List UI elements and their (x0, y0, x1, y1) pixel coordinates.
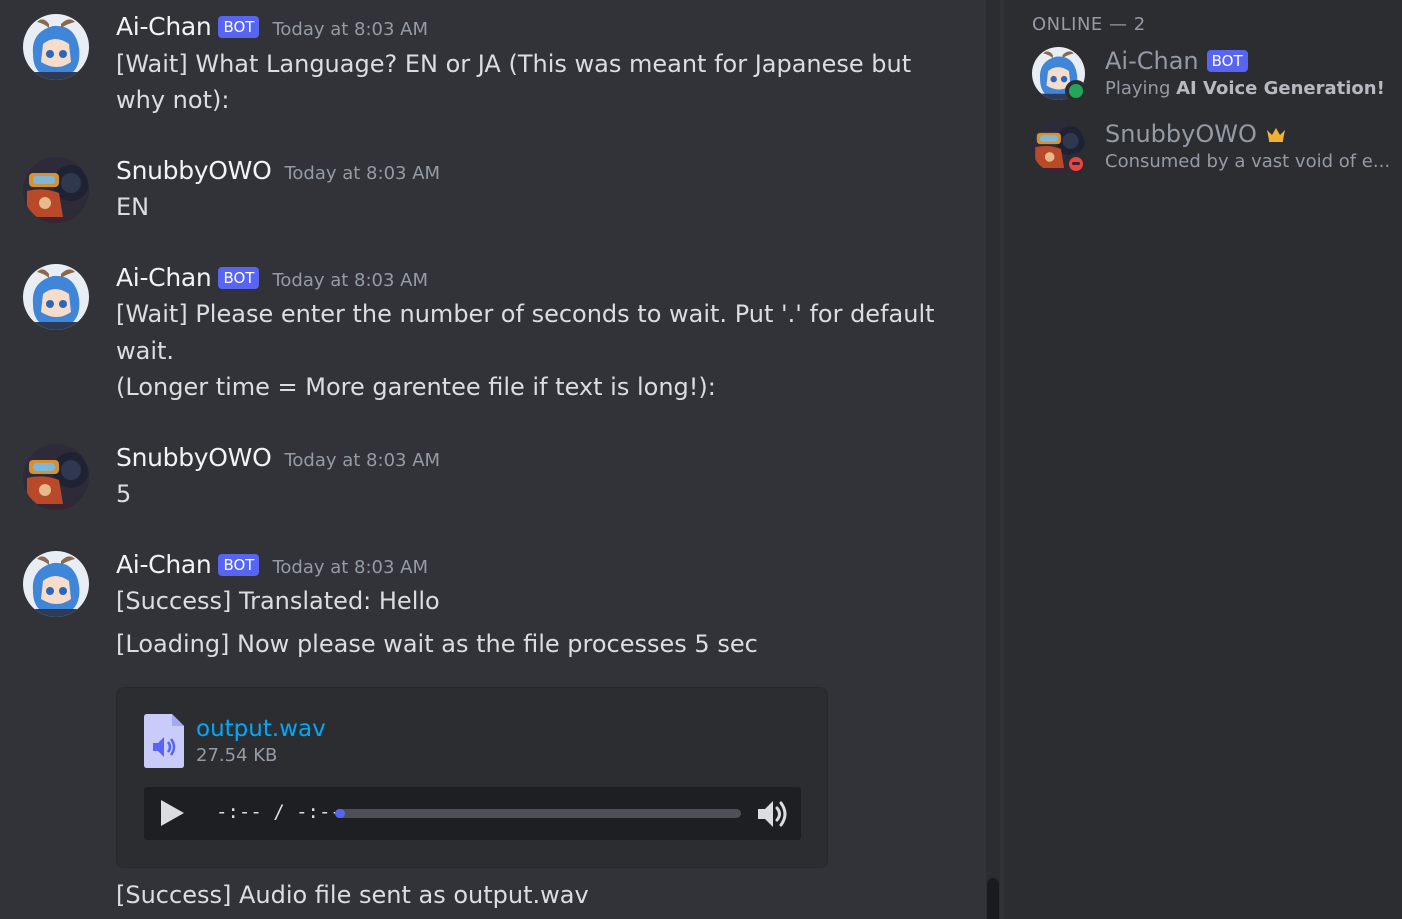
message-header: Ai-Chan BOT Today at 8:03 AM (116, 550, 428, 579)
message-text: 5 (116, 480, 132, 508)
chat-area: Ai-Chan BOT Today at 8:03 AM [Wait] What… (0, 0, 986, 919)
member-custom-status: Consumed by a vast void of e... (1105, 151, 1391, 172)
message-text: why not): (116, 86, 230, 114)
bot-tag: BOT (218, 554, 260, 576)
online-header: ONLINE — 2 (1032, 14, 1146, 35)
timestamp: Today at 8:03 AM (284, 450, 441, 471)
play-icon[interactable] (158, 799, 186, 827)
file-size: 27.54 KB (196, 745, 278, 766)
username[interactable]: Ai-Chan (116, 12, 212, 41)
scrollbar-thumb[interactable] (987, 878, 999, 919)
timestamp: Today at 8:03 AM (272, 270, 429, 291)
message-text: [Wait] Please enter the number of second… (116, 300, 935, 328)
bot-tag: BOT (218, 16, 260, 38)
timestamp: Today at 8:03 AM (272, 19, 429, 40)
member-item[interactable]: SnubbyOWO Consumed by a vast void of e..… (1032, 120, 1392, 176)
bot-tag: BOT (218, 267, 260, 289)
timestamp: Today at 8:03 AM (272, 557, 429, 578)
crown-icon (1266, 128, 1285, 142)
online-status-icon (1065, 80, 1087, 102)
scrollbar-track[interactable] (986, 0, 1000, 919)
message-text: EN (116, 193, 150, 221)
dnd-status-icon (1065, 153, 1087, 175)
username[interactable]: SnubbyOWO (116, 156, 272, 185)
member-activity: Playing AI Voice Generation! (1105, 78, 1391, 99)
audio-player: -:-- / -:-- (144, 787, 801, 840)
avatar[interactable] (23, 264, 89, 330)
avatar[interactable] (23, 157, 89, 223)
member-item[interactable]: Ai-Chan BOT Playing AI Voice Generation! (1032, 47, 1392, 103)
audio-attachment: output.wav 27.54 KB -:-- / -:-- (116, 687, 828, 868)
activity-name: AI Voice Generation! (1176, 78, 1385, 99)
avatar[interactable] (23, 551, 89, 617)
message-text: [Wait] What Language? EN or JA (This was… (116, 50, 912, 78)
progress-fill (335, 809, 345, 818)
member-name: SnubbyOWO (1105, 120, 1287, 148)
avatar[interactable] (23, 14, 89, 80)
message-header: Ai-Chan BOT Today at 8:03 AM (116, 12, 428, 41)
audio-file-icon (144, 714, 184, 768)
player-time: -:-- / -:-- (216, 801, 342, 823)
file-name-link[interactable]: output.wav (196, 716, 326, 742)
username[interactable]: Ai-Chan (116, 550, 212, 579)
message-text: [Loading] Now please wait as the file pr… (116, 630, 758, 658)
activity-prefix: Playing (1105, 78, 1177, 99)
custom-status-text: Consumed by a vast void of e... (1105, 151, 1391, 172)
volume-icon[interactable] (756, 798, 790, 830)
avatar[interactable] (23, 444, 89, 510)
username[interactable]: Ai-Chan (116, 263, 212, 292)
member-name: Ai-Chan BOT (1105, 47, 1248, 75)
message-text: wait. (116, 337, 175, 365)
timestamp: Today at 8:03 AM (284, 163, 441, 184)
bot-tag: BOT (1206, 50, 1248, 72)
progress-bar[interactable] (335, 809, 741, 818)
member-name-text: Ai-Chan (1105, 47, 1199, 75)
message-header: Ai-Chan BOT Today at 8:03 AM (116, 263, 428, 292)
message-header: SnubbyOWO Today at 8:03 AM (116, 443, 440, 472)
member-name-text: SnubbyOWO (1105, 120, 1257, 148)
message-header: SnubbyOWO Today at 8:03 AM (116, 156, 440, 185)
message-text: (Longer time = More garentee file if tex… (116, 373, 716, 401)
message-text: [Success] Audio file sent as output.wav (116, 881, 589, 909)
message-text: [Success] Translated: Hello (116, 587, 440, 615)
username[interactable]: SnubbyOWO (116, 443, 272, 472)
